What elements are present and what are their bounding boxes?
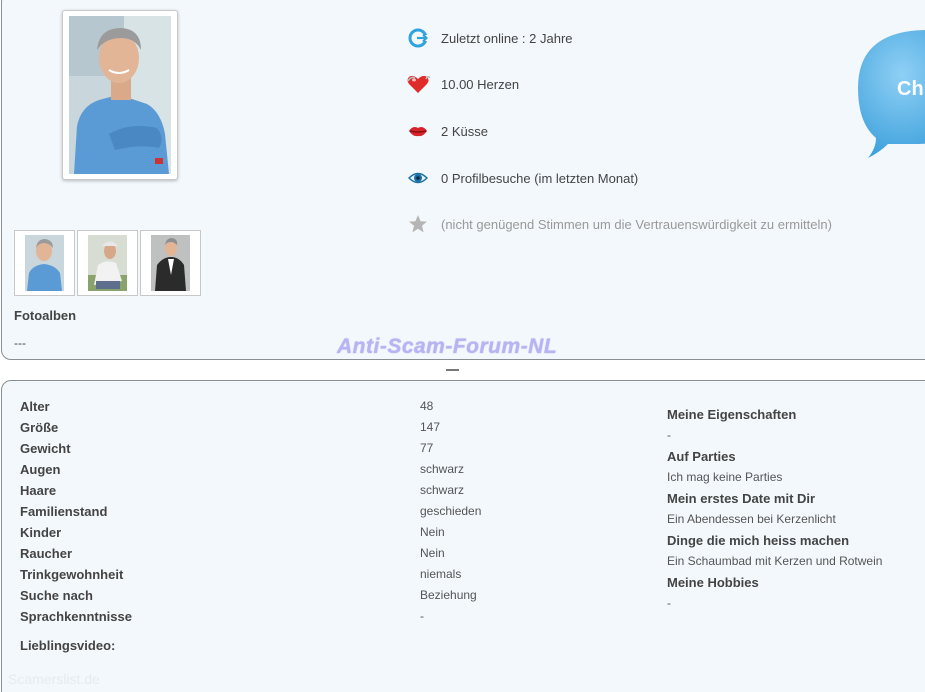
- attr-label-familienstand: Familienstand: [20, 504, 108, 519]
- fotoalben-label: Fotoalben: [14, 308, 77, 323]
- profile-visits-row: 0 Profilbesuche (im letzten Monat): [406, 166, 638, 190]
- footer-watermark: Scamerslist.de: [8, 671, 100, 687]
- thumbnail-image: [151, 235, 190, 291]
- trust-text: (nicht genügend Stimmen um die Vertrauen…: [441, 216, 832, 232]
- watermark-text: Anti-Scam-Forum-NL: [337, 335, 558, 358]
- hearts-row: 10.00 Herzen: [406, 72, 519, 96]
- attr-label-kinder: Kinder: [20, 525, 62, 540]
- thumbnail-image: [25, 235, 64, 291]
- main-profile-photo[interactable]: [62, 10, 178, 180]
- photo-thumbnail-2[interactable]: [77, 230, 138, 296]
- section-value-parties: Ich mag keine Parties: [667, 470, 783, 484]
- last-online-text: Zuletzt online : 2 Jahre: [441, 30, 573, 46]
- attr-label-haare: Haare: [20, 483, 57, 498]
- attr-label-augen: Augen: [20, 462, 61, 477]
- eye-icon: [406, 166, 430, 190]
- kiss-lips-icon: [406, 119, 430, 143]
- section-value-erstes-date: Ein Abendessen bei Kerzenlicht: [667, 512, 836, 526]
- attr-label-groesse: Größe: [20, 420, 59, 435]
- kisses-text: 2 Küsse: [441, 123, 488, 139]
- thumbnail-image: [88, 235, 127, 291]
- chat-button-label: Ch: [897, 78, 924, 100]
- attr-value-suche-nach: Beziehung: [420, 588, 477, 602]
- attr-value-familienstand: geschieden: [420, 504, 482, 518]
- panel-divider-handle: [446, 369, 459, 371]
- attr-value-haare: schwarz: [420, 483, 465, 497]
- heart-icon: [406, 72, 430, 96]
- attr-label-alter: Alter: [20, 399, 50, 414]
- attr-label-sprachkenntnisse: Sprachkenntnisse: [20, 609, 132, 624]
- section-heading-eigenschaften: Meine Eigenschaften: [667, 407, 797, 422]
- attr-label-trinkgewohnheit: Trinkgewohnheit: [20, 567, 124, 582]
- star-icon: [406, 212, 430, 236]
- section-heading-parties: Auf Parties: [667, 449, 736, 464]
- attr-value-alter: 48: [420, 399, 434, 413]
- attr-label-raucher: Raucher: [20, 546, 73, 561]
- attr-label-suche-nach: Suche nach: [20, 588, 93, 603]
- section-value-hobbies: -: [667, 596, 671, 610]
- favorite-video-label: Lieblingsvideo:: [20, 638, 116, 653]
- last-online-row: Zuletzt online : 2 Jahre: [406, 26, 573, 50]
- photo-thumbnail-1[interactable]: [14, 230, 75, 296]
- trust-row: (nicht genügend Stimmen um die Vertrauen…: [406, 212, 832, 236]
- attr-label-gewicht: Gewicht: [20, 441, 71, 456]
- section-value-heiss-machen: Ein Schaumbad mit Kerzen und Rotwein: [667, 554, 883, 568]
- section-heading-erstes-date: Mein erstes Date mit Dir: [667, 491, 816, 506]
- attr-value-groesse: 147: [420, 420, 441, 434]
- attr-value-trinkgewohnheit: niemals: [420, 567, 462, 581]
- attr-value-gewicht: 77: [420, 441, 434, 455]
- section-heading-hobbies: Meine Hobbies: [667, 575, 759, 590]
- hearts-text: 10.00 Herzen: [441, 76, 520, 92]
- profile-visits-text: 0 Profilbesuche (im letzten Monat): [441, 170, 639, 186]
- online-status-icon: [406, 26, 430, 50]
- attr-value-augen: schwarz: [420, 462, 465, 476]
- fotoalben-value: ---: [14, 336, 26, 350]
- attr-value-sprachkenntnisse: -: [420, 609, 424, 623]
- section-heading-heiss-machen: Dinge die mich heiss machen: [667, 533, 850, 548]
- section-value-eigenschaften: -: [667, 428, 671, 442]
- photo-thumbnail-3[interactable]: [140, 230, 201, 296]
- attr-value-raucher: Nein: [420, 546, 445, 560]
- kisses-row: 2 Küsse: [406, 119, 488, 143]
- profile-photo-image: [69, 16, 171, 174]
- attr-value-kinder: Nein: [420, 525, 445, 539]
